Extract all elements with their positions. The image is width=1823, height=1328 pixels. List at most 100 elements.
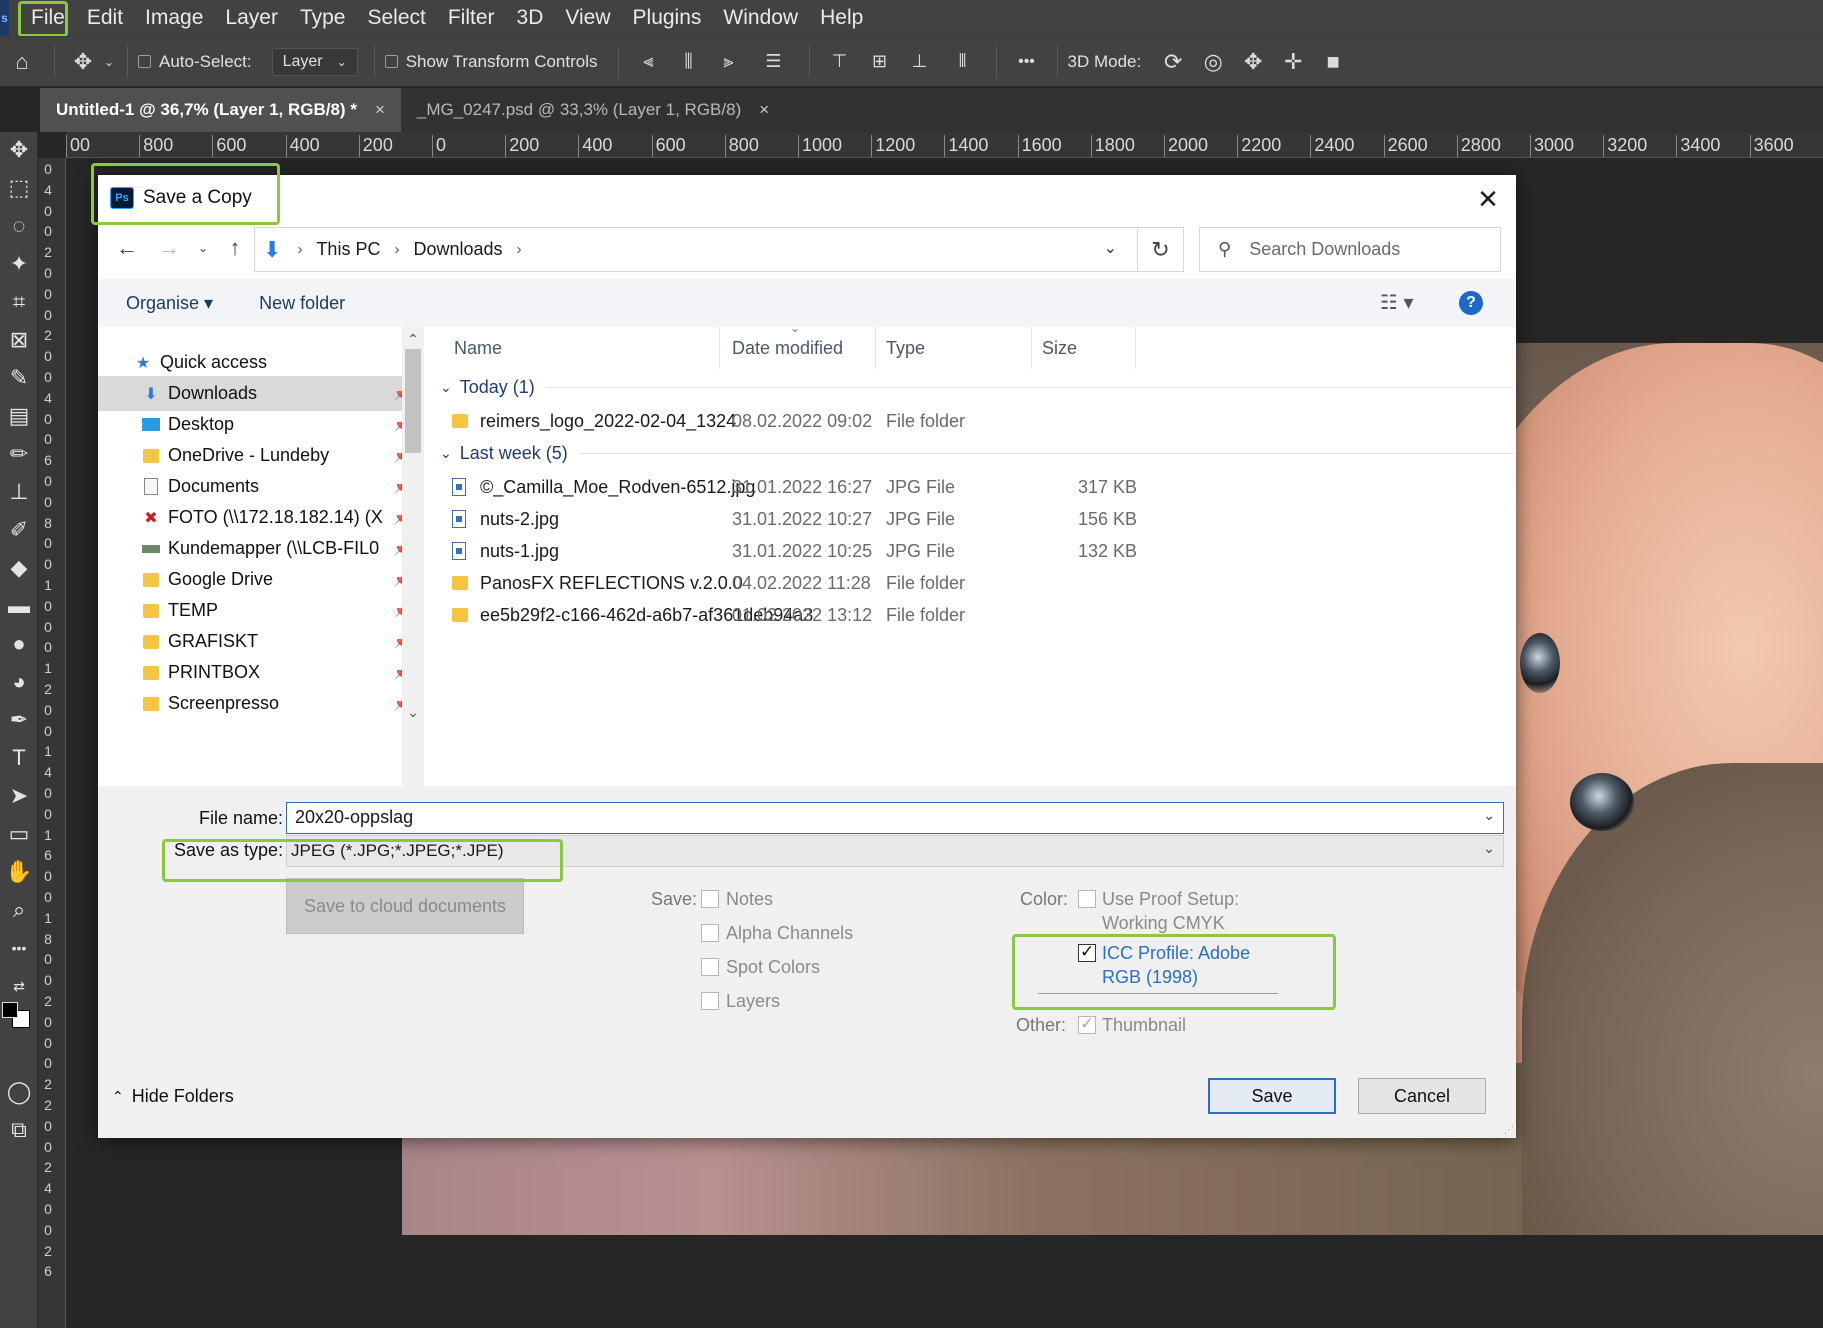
refresh-icon[interactable]: ↻ (1137, 228, 1183, 271)
column-size[interactable]: Size (1034, 327, 1136, 369)
menu-edit[interactable]: Edit (76, 0, 134, 36)
recent-locations-icon[interactable]: ⌄ (188, 231, 218, 265)
chevron-down-icon[interactable]: ⌄ (101, 42, 117, 82)
align-bottom-icon[interactable]: ⊥ (900, 42, 940, 82)
align-middle-icon[interactable]: ⊞ (860, 42, 900, 82)
menu-3d[interactable]: 3D (506, 0, 555, 36)
chevron-down-icon[interactable]: ⌄ (1483, 807, 1495, 824)
menu-select[interactable]: Select (356, 0, 436, 36)
nav-kundemapper-drive[interactable]: Kundemapper (\\LCB-FIL0 📌 (98, 531, 416, 566)
move-tool-icon[interactable]: ✥ (0, 134, 38, 166)
blur-tool-icon[interactable]: ● (0, 628, 38, 660)
nav-google-drive[interactable]: Google Drive 📌 (98, 562, 416, 597)
lasso-tool-icon[interactable]: ◌ (0, 210, 38, 242)
search-box[interactable]: ⚲ Search Downloads (1199, 227, 1501, 272)
menu-help[interactable]: Help (809, 0, 874, 36)
screen-mode-icon[interactable]: ⧉ (0, 1114, 38, 1146)
address-dropdown-icon[interactable]: ⌄ (1104, 238, 1117, 258)
zoom-tool-icon[interactable]: ⌕ (0, 894, 38, 926)
align-left-icon[interactable]: ⫷ (629, 42, 669, 82)
distribute-icon[interactable]: ☰ (749, 42, 799, 82)
home-icon[interactable]: ⌂ (0, 42, 44, 82)
hand-tool-icon[interactable]: ✋ (0, 856, 38, 888)
align-center-icon[interactable]: ⫼ (669, 42, 709, 82)
resize-grip-icon[interactable]: ⋰ (1504, 1125, 1514, 1136)
file-row[interactable]: ee5b29f2-c166-462d-a6b7-af361deb94a3 01.… (428, 601, 1488, 629)
hide-folders-button[interactable]: ⌃ Hide Folders (112, 1086, 234, 1107)
nav-screenpresso[interactable]: Screenpresso 📌 (98, 686, 416, 721)
save-to-cloud-button[interactable]: Save to cloud documents (286, 878, 524, 934)
file-row[interactable]: nuts-1.jpg 31.01.2022 10:25 JPG File 132… (428, 537, 1488, 565)
nav-downloads[interactable]: ⬇ Downloads 📌 (98, 376, 416, 411)
eyedropper-icon[interactable]: ✎ (0, 362, 38, 394)
nav-temp[interactable]: TEMP 📌 (98, 593, 416, 628)
new-folder-button[interactable]: New folder (259, 293, 345, 314)
scroll-down-icon[interactable]: ⌄ (402, 702, 424, 722)
quick-mask-icon[interactable]: ◯ (0, 1076, 38, 1108)
nav-onedrive[interactable]: OneDrive - Lundeby 📌 (98, 438, 416, 473)
thumbnail-checkbox[interactable] (1078, 1014, 1096, 1034)
forward-arrow-icon[interactable]: → (154, 231, 184, 265)
pen-tool-icon[interactable]: ✒ (0, 704, 38, 736)
distribute-vertical-icon[interactable]: ⫴ (940, 42, 986, 82)
file-row[interactable]: PanosFX REFLECTIONS v.2.0.0 04.02.2022 1… (428, 569, 1488, 597)
menu-type[interactable]: Type (289, 0, 357, 36)
file-row[interactable]: ©_Camilla_Moe_Rodven-6512.jpg 31.01.2022… (428, 473, 1488, 501)
group-today[interactable]: ⌄ Today (1) (440, 373, 1514, 401)
more-options-icon[interactable]: ••• (1007, 42, 1047, 82)
column-type[interactable]: Type (878, 327, 1032, 369)
nav-printbox[interactable]: PRINTBOX 📌 (98, 655, 416, 690)
align-right-icon[interactable]: ⫸ (709, 42, 749, 82)
nav-grafiskt[interactable]: GRAFISKT 📌 (98, 624, 416, 659)
color-swatches-icon[interactable] (0, 1002, 38, 1040)
crop-tool-icon[interactable]: ⌗ (0, 286, 38, 318)
spot-colors-checkbox[interactable] (701, 958, 719, 976)
type-tool-icon[interactable]: T (0, 742, 38, 774)
menu-image[interactable]: Image (134, 0, 214, 36)
eraser-tool-icon[interactable]: ◆ (0, 552, 38, 584)
notes-checkbox[interactable] (701, 890, 719, 908)
scrollbar-thumb[interactable] (405, 349, 421, 453)
alpha-channels-checkbox[interactable] (701, 924, 719, 942)
nav-scrollbar[interactable]: ⌃ ⌄ (402, 327, 424, 786)
menu-filter[interactable]: Filter (437, 0, 506, 36)
close-icon[interactable]: × (759, 88, 769, 132)
move-tool-icon[interactable]: ✥ (65, 42, 101, 82)
organise-button[interactable]: Organise ▾ (126, 293, 213, 314)
tab-mg-0247[interactable]: _MG_0247.psd @ 33,3% (Layer 1, RGB/8) × (401, 88, 785, 132)
back-arrow-icon[interactable]: ← (112, 231, 142, 265)
view-options-icon[interactable]: ☷ ▾ (1380, 290, 1414, 315)
save-button[interactable]: Save (1208, 1078, 1336, 1114)
align-top-icon[interactable]: ⊤ (820, 42, 860, 82)
menu-view[interactable]: View (554, 0, 621, 36)
scroll-up-icon[interactable]: ⌃ (402, 329, 424, 349)
breadcrumb-this-pc[interactable]: This PC (316, 239, 380, 260)
brush-tool-icon[interactable]: ✏ (0, 438, 38, 470)
file-row[interactable]: reimers_logo_2022-02-04_1324 08.02.2022 … (428, 407, 1488, 435)
magic-wand-icon[interactable]: ✦ (0, 248, 38, 280)
menu-window[interactable]: Window (712, 0, 809, 36)
tab-untitled-1[interactable]: Untitled-1 @ 36,7% (Layer 1, RGB/8) * × (40, 88, 401, 132)
frame-tool-icon[interactable]: ⊠ (0, 324, 38, 356)
healing-brush-icon[interactable]: ▤ (0, 400, 38, 432)
3d-orbit-icon[interactable]: ⟳ (1153, 42, 1193, 82)
up-arrow-icon[interactable]: ↑ (220, 231, 250, 265)
gradient-tool-icon[interactable]: ▬ (0, 590, 38, 622)
3d-slide-icon[interactable]: ✛ (1273, 42, 1313, 82)
menu-plugins[interactable]: Plugins (622, 0, 713, 36)
history-brush-icon[interactable]: ✐ (0, 514, 38, 546)
show-transform-checkbox[interactable] (384, 55, 398, 68)
chevron-down-icon[interactable]: ⌄ (1483, 840, 1495, 857)
path-select-icon[interactable]: ➤ (0, 780, 38, 812)
close-icon[interactable]: × (375, 88, 385, 132)
auto-select-checkbox[interactable] (138, 55, 151, 68)
more-tools-icon[interactable]: ••• (0, 932, 38, 964)
file-name-field[interactable]: 20x20-oppslag ⌄ (286, 802, 1504, 834)
clone-stamp-icon[interactable]: ⊥ (0, 476, 38, 508)
3d-camera-icon[interactable]: ■ (1313, 42, 1353, 82)
dodge-tool-icon[interactable]: ◕ (0, 666, 38, 698)
nav-quick-access[interactable]: ★ Quick access (98, 345, 416, 380)
column-name[interactable]: Name (428, 327, 720, 369)
rectangle-tool-icon[interactable]: ▭ (0, 818, 38, 850)
nav-documents[interactable]: Documents 📌 (98, 469, 416, 504)
